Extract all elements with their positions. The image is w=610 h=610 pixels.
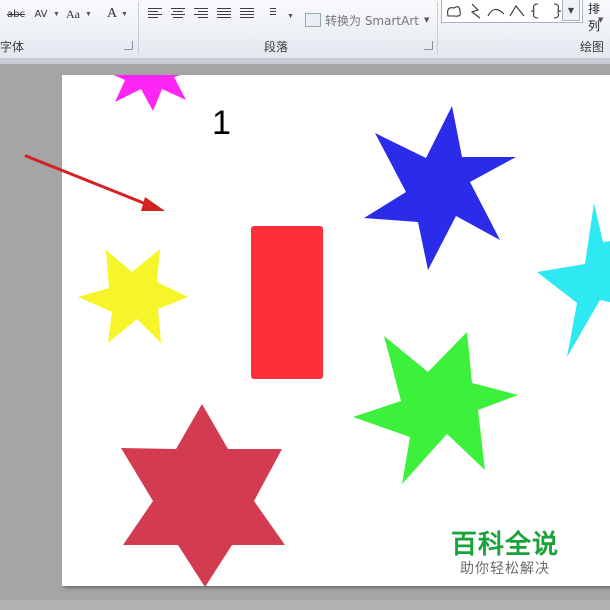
watermark-title: 百科全说 [451, 530, 560, 560]
crimson-star-shape[interactable] [121, 404, 285, 587]
magenta-star-shape[interactable] [100, 28, 200, 111]
cyan-star-shape[interactable] [537, 203, 610, 357]
green-star-shape[interactable] [353, 332, 518, 484]
blue-star-shape[interactable] [364, 106, 516, 270]
workspace-bottom-edge [0, 600, 610, 610]
red-arrow-annotation [24, 154, 165, 211]
watermark-subtitle: 助你轻松解决 [460, 561, 550, 577]
yellow-star-shape[interactable] [78, 249, 188, 343]
